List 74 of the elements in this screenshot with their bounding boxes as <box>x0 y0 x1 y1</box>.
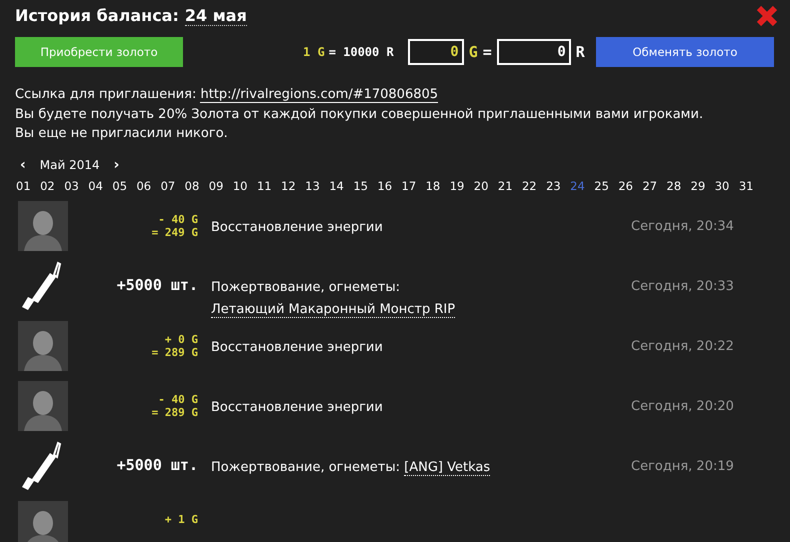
referral-link[interactable]: http://rivalregions.com/#170806805 <box>200 87 438 103</box>
day-link[interactable]: 12 <box>281 178 306 192</box>
equals-sign: = <box>482 43 492 61</box>
month-label: Май 2014 <box>40 158 100 172</box>
day-link[interactable]: 25 <box>594 178 618 192</box>
day-link[interactable]: 14 <box>329 178 354 192</box>
day-link[interactable]: 31 <box>738 178 763 192</box>
amount-text: + 0 G <box>164 332 198 346</box>
day-link[interactable]: 15 <box>353 178 378 192</box>
transaction-description: Восстановление энергии <box>211 338 384 356</box>
day-link[interactable]: 05 <box>112 178 136 192</box>
day-link[interactable]: 03 <box>64 178 88 192</box>
money-unit: R <box>576 43 585 61</box>
amount-text: +5000 шт. <box>116 274 198 292</box>
day-link[interactable]: 08 <box>184 178 209 192</box>
day-link[interactable]: 11 <box>256 178 282 192</box>
timestamp: Сегодня, 20:20 <box>631 398 734 414</box>
exchange-button[interactable]: Обменять золото <box>596 37 774 67</box>
dialog-title: История баланса: <box>15 6 179 26</box>
day-link[interactable]: 01 <box>16 178 40 192</box>
timestamp: Сегодня, 20:33 <box>631 278 734 294</box>
next-month-button[interactable]: › <box>114 156 120 172</box>
rate-text: = 10000 R <box>328 45 394 59</box>
portrait-placeholder <box>18 500 68 542</box>
currency-amount: 1 G <box>303 45 325 59</box>
amount-text: = 289 G <box>150 346 198 358</box>
transaction-description: Пожертвование, огнеметы: [ANG] Vetkas <box>211 458 492 478</box>
close-icon[interactable] <box>756 5 778 27</box>
transaction-description: Восстановление энергии <box>211 218 384 236</box>
date-link[interactable]: 24 мая <box>184 6 247 26</box>
recipient-link[interactable]: Летающий Макаронный Монстр RIP <box>211 302 456 318</box>
transaction-description: Восстановление энергии <box>211 398 384 416</box>
day-link[interactable]: 28 <box>666 178 691 192</box>
amount-text: - 40 G <box>157 212 198 226</box>
day-link[interactable]: 10 <box>232 178 257 192</box>
money-input[interactable]: 0 <box>496 39 571 65</box>
amount-text: +5000 шт. <box>116 454 198 472</box>
day-link[interactable]: 09 <box>208 178 233 192</box>
amount-text: + 1 G <box>164 512 198 526</box>
portrait-placeholder <box>18 320 68 370</box>
day-link[interactable]: 07 <box>160 178 185 192</box>
timestamp: Сегодня, 20:34 <box>631 218 734 234</box>
prev-month-button[interactable]: ‹ <box>20 156 26 172</box>
transaction-description: Пожертвование, огнеметы: Летающий Макаронный Монстр RIP <box>211 278 456 320</box>
day-link[interactable]: 13 <box>305 178 330 192</box>
day-link[interactable]: 21 <box>498 178 522 192</box>
amount-text: - 40 G <box>157 392 198 406</box>
day-link[interactable]: 30 <box>714 178 739 192</box>
day-link[interactable]: 24 <box>570 178 594 192</box>
day-link[interactable]: 02 <box>40 178 64 192</box>
day-link[interactable]: 22 <box>522 178 546 192</box>
timestamp: Сегодня, 20:19 <box>631 458 734 474</box>
info-text: Вы будете получать 20% Золота от каждой покупки совершенной приглашенными вами игроками. <box>15 106 704 124</box>
info-text: Вы еще не пригласили никого. <box>15 125 229 143</box>
day-link[interactable]: 29 <box>690 178 715 192</box>
day-link[interactable]: 26 <box>618 178 642 192</box>
recipient-link[interactable]: [ANG] Vetkas <box>404 460 490 476</box>
portrait-placeholder <box>18 200 68 250</box>
day-link[interactable]: 18 <box>426 178 450 192</box>
day-link[interactable]: 20 <box>474 178 498 192</box>
amount-input[interactable]: 0 <box>408 39 464 65</box>
referral-text: Ссылка для приглашения: http://rivalregions.com/#170806805 <box>15 86 440 104</box>
amount-text: = 289 G <box>150 406 198 418</box>
day-link[interactable]: 16 <box>377 178 402 192</box>
day-link[interactable]: 06 <box>136 178 161 192</box>
day-link[interactable]: 04 <box>88 178 112 192</box>
day-link[interactable]: 19 <box>450 178 474 192</box>
portrait-placeholder <box>18 380 68 430</box>
timestamp: Сегодня, 20:22 <box>631 338 734 354</box>
day-link[interactable]: 27 <box>642 178 667 192</box>
day-link[interactable]: 17 <box>402 178 426 192</box>
amount-text: = 249 G <box>150 226 198 238</box>
currency-unit: G <box>468 43 478 61</box>
day-link[interactable]: 23 <box>546 178 570 192</box>
